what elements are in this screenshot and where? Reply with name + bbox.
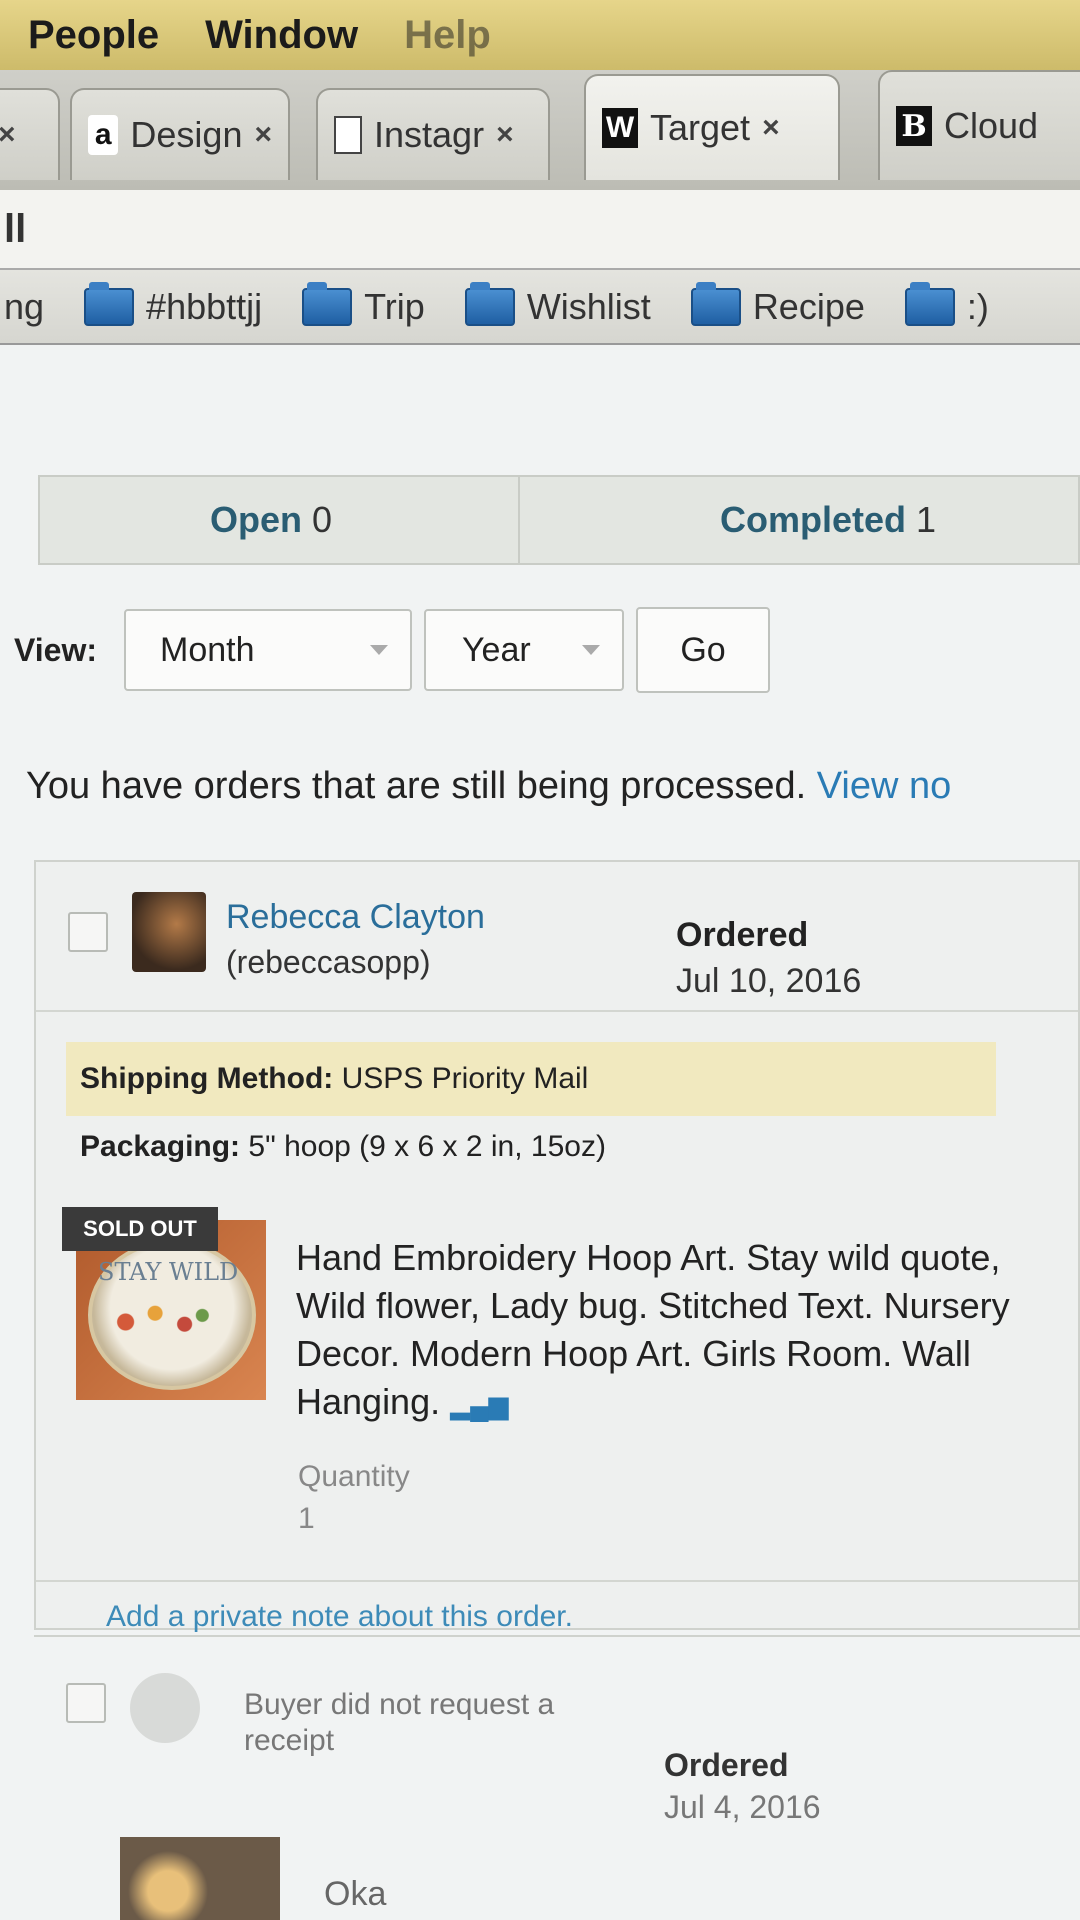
hoop-image-text: STAY WILD	[98, 1258, 239, 1286]
bookmark-partial[interactable]: ng	[4, 286, 44, 328]
bookmark-label: ng	[4, 285, 45, 327]
tab-open-count: 0	[312, 499, 333, 540]
ordered-label: Ordered	[664, 1747, 789, 1783]
b-icon: B	[896, 106, 932, 146]
order-card: Rebecca Clayton (rebeccasopp) Ordered Ju…	[34, 860, 1080, 1633]
tab-completed-label: Completed	[720, 499, 907, 540]
close-icon[interactable]: ×	[762, 111, 780, 145]
shipping-method: Shipping Method: USPS Priority Mail	[66, 1042, 996, 1116]
ordered-date: Jul 10, 2016	[676, 962, 862, 1000]
receipt-note: Buyer did not request a receipt	[244, 1688, 555, 1757]
tab-cloud[interactable]: B Cloud	[878, 70, 1080, 180]
ordered-label: Ordered	[676, 916, 809, 954]
tab-instagram[interactable]: Instagr ×	[316, 88, 550, 180]
bookmark-label: :)	[966, 285, 989, 327]
folder-icon	[464, 281, 515, 326]
bookmark-trip[interactable]: Trip	[302, 281, 425, 328]
shipping-label: Shipping Method:	[80, 1062, 334, 1095]
folder-icon	[690, 281, 741, 326]
buyer-name-link[interactable]: Rebecca Clayton	[226, 898, 485, 937]
buyer-name-link[interactable]: Oka	[324, 1875, 386, 1914]
product-title: Hand Embroidery Hoop Art. Stay wild quot…	[296, 1234, 1066, 1429]
folder-icon	[84, 281, 135, 326]
tab-open-orders[interactable]: Open 0	[40, 477, 520, 563]
order-header: Rebecca Clayton (rebeccasopp) Ordered Ju…	[36, 862, 1078, 1012]
bookmark-label: Recipe	[752, 285, 865, 327]
chevron-down-icon	[582, 645, 600, 655]
packaging-value: 5" hoop (9 x 6 x 2 in, 15oz)	[248, 1130, 606, 1163]
go-button[interactable]: Go	[636, 607, 770, 693]
bookmark-label: Trip	[364, 285, 425, 327]
close-icon[interactable]: ×	[254, 118, 272, 152]
year-select-value: Year	[462, 630, 531, 669]
product-thumbnail[interactable]	[120, 1837, 280, 1920]
shipping-value: USPS Priority Mail	[341, 1062, 589, 1095]
close-icon[interactable]: ×	[496, 118, 514, 152]
tab-partial[interactable]: ×	[0, 88, 60, 180]
ordered-date: Jul 4, 2016	[664, 1789, 821, 1825]
quantity-label: Quantity	[298, 1460, 410, 1493]
order-status-tabs: Open 0 Completed 1	[38, 475, 1080, 565]
avatar	[130, 1673, 200, 1743]
tab-completed-count: 1	[916, 499, 937, 540]
tab-label: Cloud	[944, 105, 1039, 146]
toolbar-menu-icon[interactable]: ll	[4, 207, 26, 252]
view-label: View:	[14, 631, 97, 668]
month-select[interactable]: Month	[124, 609, 412, 691]
view-filter-row: View: Month Year Go	[14, 607, 770, 693]
bookmark-label: Wishlist	[526, 285, 651, 327]
browser-tab-strip: × a Design × Instagr × W Target × B Clou…	[0, 70, 1080, 190]
bar-chart-icon[interactable]: ▂▄▆	[450, 1381, 508, 1429]
bookmark-label: #hbbttjj	[146, 285, 263, 327]
packaging-info: Packaging: 5" hoop (9 x 6 x 2 in, 15oz)	[80, 1130, 606, 1164]
order-checkbox[interactable]	[68, 912, 108, 952]
bookmark-recipe[interactable]: Recipe	[690, 281, 865, 328]
sold-out-badge: SOLD OUT	[62, 1207, 218, 1251]
orders-page: Open 0 Completed 1 View: Month Year Go Y…	[0, 345, 1080, 1920]
year-select[interactable]: Year	[424, 609, 624, 691]
folder-icon	[904, 281, 955, 326]
close-icon[interactable]: ×	[0, 118, 16, 152]
tab-label: Design	[130, 114, 243, 155]
folder-icon	[302, 281, 353, 326]
w-icon: W	[602, 108, 638, 148]
order-checkbox[interactable]	[66, 1683, 106, 1723]
menu-help[interactable]: Help	[404, 13, 491, 58]
private-note-link[interactable]: Add a private note about this order.	[36, 1580, 1078, 1634]
bookmark-smiley[interactable]: :)	[904, 281, 989, 328]
avatar	[132, 892, 206, 972]
buyer-username: (rebeccasopp)	[226, 944, 431, 980]
address-bar-row: ll	[0, 190, 1080, 270]
packaging-label: Packaging:	[80, 1130, 241, 1163]
tab-completed-orders[interactable]: Completed 1	[520, 477, 936, 563]
month-select-value: Month	[160, 630, 255, 669]
tab-design[interactable]: a Design ×	[70, 88, 290, 180]
tab-target[interactable]: W Target ×	[584, 74, 840, 180]
menu-people[interactable]: People	[28, 13, 159, 58]
menu-window[interactable]: Window	[205, 13, 358, 58]
processing-message: You have orders that are still being pro…	[26, 765, 807, 807]
bookmark-hbbttjj[interactable]: #hbbttjj	[84, 281, 263, 328]
chevron-down-icon	[370, 645, 388, 655]
os-menubar: People Window Help	[0, 0, 1080, 70]
flowers-image	[102, 1300, 220, 1344]
document-icon	[334, 116, 362, 154]
tab-open-label: Open	[210, 499, 303, 540]
view-processing-link[interactable]: View no	[817, 765, 952, 807]
product-title-text[interactable]: Hand Embroidery Hoop Art. Stay wild quot…	[296, 1237, 1010, 1422]
amazon-icon: a	[88, 115, 119, 155]
processing-notice: You have orders that are still being pro…	[26, 765, 951, 808]
tab-label: Target	[650, 107, 751, 148]
next-order-card: Buyer did not request a receipt Ordered …	[34, 1635, 1080, 1920]
tab-label: Instagr	[374, 114, 485, 155]
bookmark-wishlist[interactable]: Wishlist	[464, 281, 651, 328]
bookmarks-bar: ng #hbbttjj Trip Wishlist Recipe :)	[0, 270, 1080, 345]
quantity-value: 1	[298, 1502, 315, 1535]
